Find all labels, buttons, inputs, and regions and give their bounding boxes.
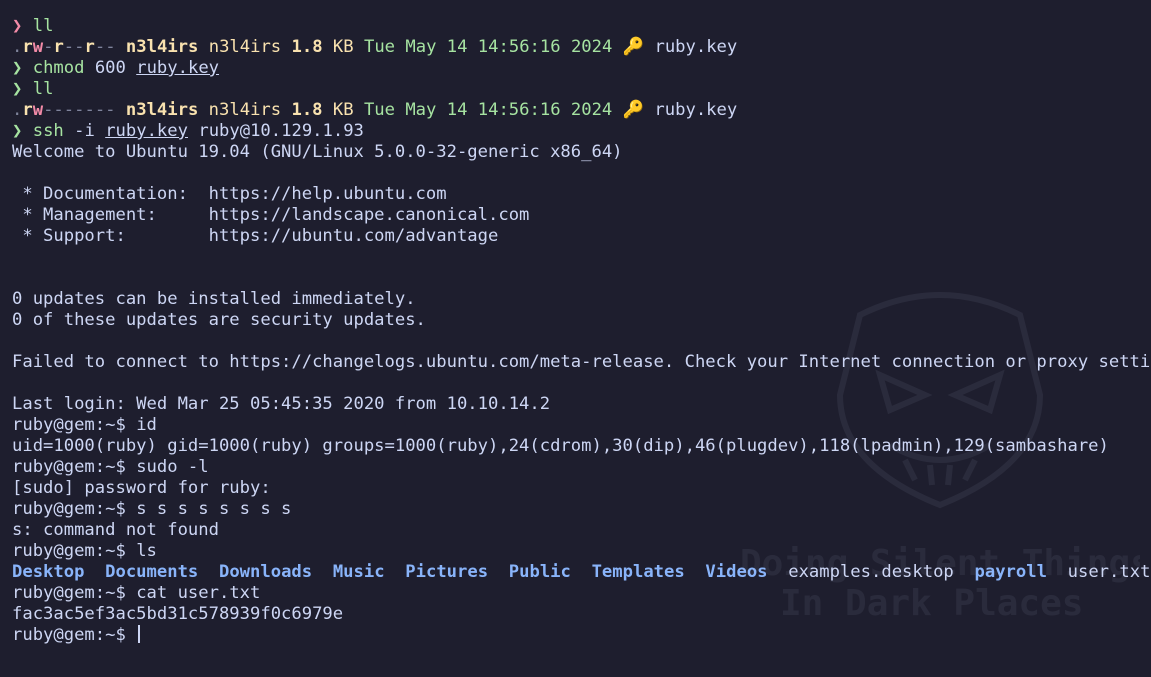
ls-dir: Public	[508, 562, 571, 582]
text-cursor[interactable]	[138, 625, 141, 643]
ls-file: examples.desktop	[788, 562, 954, 582]
terminal-output[interactable]: ❯ ll .rw-r--r-- n3l4irs n3l4irs 1.8 KB T…	[12, 16, 1151, 646]
output-line: * Management: https://landscape.canonica…	[12, 205, 530, 225]
ls-dir: Videos	[705, 562, 768, 582]
output-line: uid=1000(ruby) gid=1000(ruby) groups=100…	[12, 436, 1109, 456]
file-name: ruby.key	[654, 37, 738, 57]
command-text: ll	[32, 79, 54, 99]
shell-prompt: ruby@gem:~$	[12, 457, 126, 477]
perm-r: r	[22, 37, 33, 57]
ls-output: Desktop Documents Downloads Music Pictur…	[12, 562, 1151, 583]
file-size-unit: KB	[332, 100, 354, 120]
output-line: * Support: https://ubuntu.com/advantage	[12, 226, 499, 246]
file-group: n3l4irs	[208, 100, 282, 120]
output-line: s: command not found	[12, 520, 219, 540]
perm-w: w	[32, 100, 44, 120]
command-text: sudo -l	[136, 457, 209, 477]
file-owner: n3l4irs	[125, 100, 199, 120]
command-text: s s s s s s s s	[136, 499, 292, 519]
prompt-symbol: ❯	[12, 58, 23, 78]
output-line: Failed to connect to https://changelogs.…	[12, 352, 1151, 372]
shell-prompt-line: ruby@gem:~$ ls	[12, 541, 1151, 562]
shell-prompt: ruby@gem:~$	[12, 415, 126, 435]
file-size: 1.8	[291, 37, 323, 57]
perm-r: r	[22, 100, 33, 120]
prompt-line: ❯ chmod 600 ruby.key	[12, 58, 1151, 79]
prompt-symbol-error: ❯	[12, 16, 23, 36]
perm-dash: -	[43, 37, 54, 57]
ls-dir: payroll	[974, 562, 1047, 582]
perm-r: r	[84, 37, 95, 57]
file-owner: n3l4irs	[125, 37, 199, 57]
ls-dir: Documents	[105, 562, 199, 582]
prompt-line: ❯ ll	[12, 16, 1151, 37]
output-line: Last login: Wed Mar 25 05:45:35 2020 fro…	[12, 394, 551, 414]
shell-prompt: ruby@gem:~$	[12, 499, 126, 519]
ssh-target: ruby@10.129.1.93	[198, 121, 364, 141]
prompt-line: ❯ ssh -i ruby.key ruby@10.129.1.93	[12, 121, 1151, 142]
command-flag: -i	[74, 121, 95, 141]
ls-file: user.txt	[1067, 562, 1151, 582]
shell-prompt-line: ruby@gem:~$ cat user.txt	[12, 583, 1151, 604]
file-date: Tue May 14 14:56:16 2024	[363, 100, 613, 120]
command-arg: 600	[94, 58, 126, 78]
ls-dir: Downloads	[218, 562, 313, 582]
file-listing-row: .rw------- n3l4irs n3l4irs 1.8 KB Tue Ma…	[12, 100, 1151, 121]
perm-dot: .	[12, 100, 23, 120]
perm-dash: --	[94, 37, 116, 57]
shell-prompt: ruby@gem:~$	[12, 625, 126, 645]
file-date: Tue May 14 14:56:16 2024	[363, 37, 613, 57]
key-icon: 🔑	[622, 37, 645, 57]
shell-prompt-line: ruby@gem:~$ s s s s s s s s	[12, 499, 1151, 520]
file-name: ruby.key	[654, 100, 738, 120]
shell-prompt-line: ruby@gem:~$ sudo -l	[12, 457, 1151, 478]
output-line: * Documentation: https://help.ubuntu.com	[12, 184, 447, 204]
output-line: 0 updates can be installed immediately.	[12, 289, 416, 309]
command-text: chmod	[32, 58, 85, 78]
ls-dir: Templates	[591, 562, 685, 582]
perm-dot: .	[12, 37, 23, 57]
command-file-arg: ruby.key	[105, 121, 188, 141]
shell-prompt-line: ruby@gem:~$ id	[12, 415, 1151, 436]
file-size-unit: KB	[332, 37, 354, 57]
file-size: 1.8	[291, 100, 323, 120]
prompt-line: ❯ ll	[12, 79, 1151, 100]
command-text: cat user.txt	[136, 583, 261, 603]
shell-prompt: ruby@gem:~$	[12, 541, 126, 561]
perm-w: w	[32, 37, 44, 57]
output-line: [sudo] password for ruby:	[12, 478, 271, 498]
command-text: ls	[136, 541, 157, 561]
command-file-arg: ruby.key	[136, 58, 220, 78]
output-line: 0 of these updates are security updates.	[12, 310, 426, 330]
output-line: Welcome to Ubuntu 19.04 (GNU/Linux 5.0.0…	[12, 142, 623, 162]
command-text: id	[136, 415, 157, 435]
prompt-symbol: ❯	[12, 121, 23, 141]
command-text: ll	[32, 16, 54, 36]
shell-prompt: ruby@gem:~$	[12, 583, 126, 603]
file-listing-row: .rw-r--r-- n3l4irs n3l4irs 1.8 KB Tue Ma…	[12, 37, 1151, 58]
ls-dir: Music	[332, 562, 385, 582]
command-text: ssh	[32, 121, 64, 141]
file-group: n3l4irs	[208, 37, 282, 57]
shell-prompt-line[interactable]: ruby@gem:~$	[12, 625, 1151, 646]
key-icon: 🔑	[622, 100, 645, 120]
output-line: fac3ac5ef3ac5bd31c578939f0c6979e	[12, 604, 344, 624]
ls-dir: Desktop	[12, 562, 85, 582]
perm-r: r	[53, 37, 64, 57]
perm-dash: -------	[43, 100, 116, 120]
prompt-symbol: ❯	[12, 79, 23, 99]
ls-dir: Pictures	[405, 562, 489, 582]
perm-dash: --	[63, 37, 85, 57]
